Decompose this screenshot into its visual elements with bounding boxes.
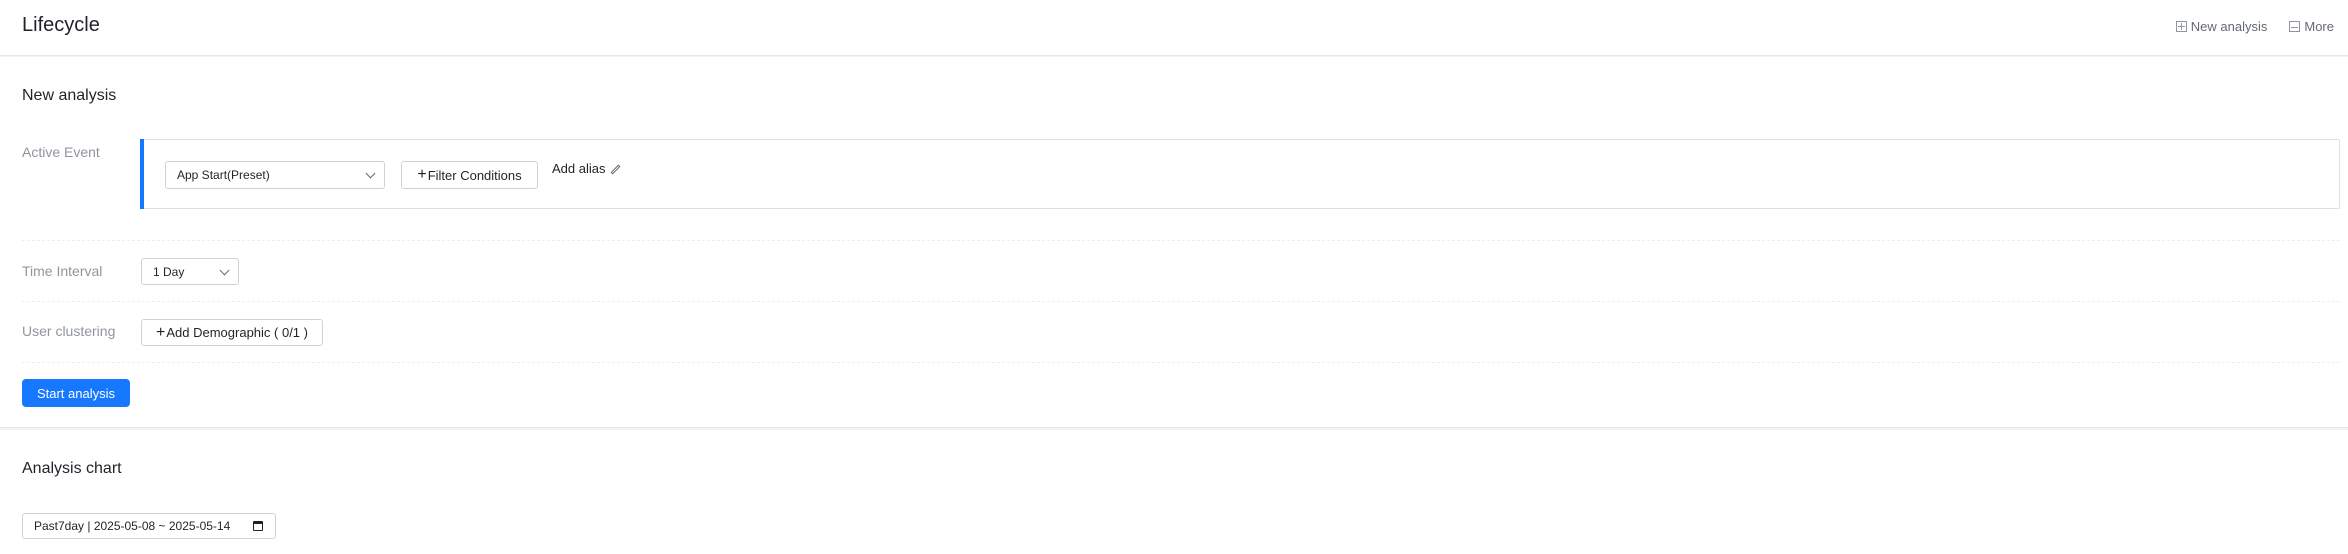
divider	[22, 240, 2340, 241]
time-interval-select[interactable]: 1 Day	[141, 258, 239, 285]
add-alias-label: Add alias	[552, 161, 606, 176]
chart-section-title: Analysis chart	[22, 460, 122, 477]
new-analysis-label: New analysis	[2190, 19, 2268, 34]
user-clustering-label: User clustering	[22, 323, 116, 339]
more-label: More	[2304, 19, 2334, 34]
chevron-down-icon	[219, 265, 230, 276]
new-analysis-panel: New analysis Active Event App Start(Pres…	[0, 57, 2348, 428]
page-header: Lifecycle New analysis More	[0, 0, 2348, 56]
date-range-value: Past7day | 2025-05-08 ~ 2025-05-14	[34, 519, 231, 533]
add-demographic-button[interactable]: + Add Demographic ( 0/1 )	[141, 319, 323, 346]
analysis-chart-panel: Analysis chart Past7day | 2025-05-08 ~ 2…	[0, 430, 2348, 554]
active-event-box: App Start(Preset) + Filter Conditions Ad…	[140, 139, 2340, 209]
time-interval-value: 1 Day	[153, 264, 185, 279]
more-button[interactable]: More	[2289, 19, 2334, 34]
section-title: New analysis	[22, 87, 117, 104]
filter-conditions-label: Filter Conditions	[427, 167, 522, 183]
page-title: Lifecycle	[22, 14, 100, 36]
divider	[22, 301, 2340, 302]
chevron-down-icon	[365, 168, 376, 179]
plus-icon: +	[417, 166, 427, 183]
time-interval-label: Time Interval	[22, 263, 103, 279]
start-analysis-button[interactable]: Start analysis	[22, 379, 130, 407]
calendar-icon	[253, 521, 263, 531]
header-actions: New analysis More	[2175, 19, 2334, 34]
event-select[interactable]: App Start(Preset)	[165, 161, 385, 189]
active-event-label: Active Event	[22, 144, 100, 160]
add-analysis-icon	[2175, 21, 2187, 32]
add-demographic-label: Add Demographic ( 0/1 )	[166, 325, 308, 340]
pencil-icon	[611, 164, 621, 175]
new-analysis-button[interactable]: New analysis	[2175, 19, 2268, 34]
add-alias-button[interactable]: Add alias	[552, 161, 621, 176]
divider	[22, 362, 2340, 363]
event-accent-bar	[140, 139, 144, 209]
event-select-value: App Start(Preset)	[177, 168, 270, 182]
more-icon	[2289, 21, 2301, 32]
plus-icon: +	[156, 323, 166, 341]
date-range-picker[interactable]: Past7day | 2025-05-08 ~ 2025-05-14	[22, 513, 276, 539]
filter-conditions-button[interactable]: + Filter Conditions	[401, 161, 538, 189]
